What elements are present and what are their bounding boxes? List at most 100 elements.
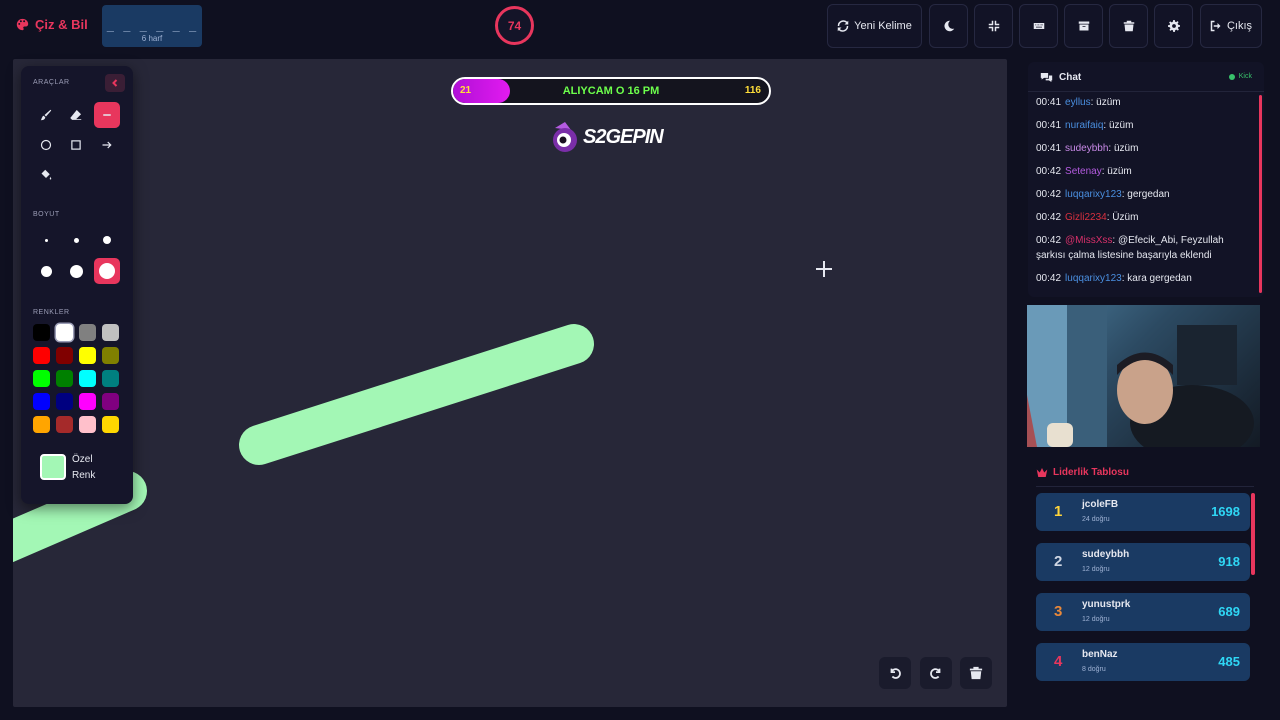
player-name: sudeybbh bbox=[1082, 549, 1130, 560]
sponsor-logo: S2GEPIN bbox=[551, 120, 664, 154]
chat-message: 00:41 nuraifaiq: üzüm bbox=[1036, 118, 1248, 133]
color-swatch[interactable] bbox=[79, 324, 96, 341]
color-swatch[interactable] bbox=[56, 370, 73, 387]
color-swatch[interactable] bbox=[33, 370, 50, 387]
refresh-icon bbox=[837, 20, 849, 32]
size-dot bbox=[44, 238, 48, 242]
fill-tool[interactable] bbox=[33, 162, 59, 188]
color-swatch[interactable] bbox=[102, 347, 119, 364]
colors-section-label: RENKLER bbox=[33, 309, 70, 316]
redo-icon bbox=[930, 668, 941, 679]
trash-icon bbox=[1123, 20, 1134, 32]
message-user[interactable]: luqqarixy123 bbox=[1065, 189, 1122, 200]
message-user[interactable]: sudeybbh bbox=[1065, 143, 1108, 154]
line-tool[interactable] bbox=[94, 102, 120, 128]
message-user[interactable]: nuraifaiq bbox=[1065, 120, 1103, 131]
message-user[interactable]: Gizli2234 bbox=[1065, 212, 1107, 223]
color-swatch[interactable] bbox=[33, 347, 50, 364]
color-swatch[interactable] bbox=[79, 416, 96, 433]
undo-button[interactable] bbox=[879, 657, 911, 689]
player-name: jcoleFB bbox=[1082, 499, 1119, 510]
arrow-tool[interactable] bbox=[94, 132, 120, 158]
message-user[interactable]: eyllus bbox=[1065, 97, 1091, 108]
size-dot bbox=[69, 264, 83, 278]
drawing-canvas[interactable]: 21 ALIYCAM O 16 PM 116 S2GEPIN bbox=[13, 59, 1007, 707]
eraser-tool[interactable] bbox=[63, 102, 89, 128]
size-option-2[interactable] bbox=[63, 227, 89, 253]
theme-toggle-button[interactable] bbox=[929, 4, 968, 48]
moon-icon bbox=[943, 20, 954, 32]
chevron-left-icon bbox=[112, 79, 118, 87]
clear-canvas-button[interactable] bbox=[960, 657, 992, 689]
message-text: : gergedan bbox=[1121, 189, 1170, 200]
color-swatch[interactable] bbox=[33, 416, 50, 433]
message-text: : üzüm bbox=[1103, 120, 1134, 131]
color-swatch[interactable] bbox=[102, 324, 119, 341]
leaderboard-scrollbar[interactable] bbox=[1251, 493, 1255, 575]
rank-number: 2 bbox=[1054, 553, 1063, 570]
archive-button[interactable] bbox=[1064, 4, 1103, 48]
crown-icon bbox=[1036, 468, 1048, 477]
brush-tool[interactable] bbox=[33, 102, 59, 128]
keyboard-button[interactable] bbox=[1019, 4, 1058, 48]
correct-count: 12 doğru bbox=[1082, 566, 1110, 573]
size-option-4[interactable] bbox=[33, 258, 59, 284]
app-title: Çiz & Bil bbox=[35, 17, 88, 32]
collapse-panel-button[interactable] bbox=[105, 74, 125, 92]
correct-count: 24 doğru bbox=[1082, 516, 1110, 523]
size-option-5[interactable] bbox=[63, 258, 89, 284]
color-swatch[interactable] bbox=[33, 393, 50, 410]
color-swatch[interactable] bbox=[79, 347, 96, 364]
chat-scrollbar[interactable] bbox=[1259, 95, 1262, 293]
compress-icon bbox=[988, 20, 999, 32]
sign-out-icon bbox=[1210, 20, 1221, 32]
color-swatch[interactable] bbox=[79, 370, 96, 387]
tools-panel: ARAÇLAR BOYUT RENKLER Özel Renk bbox=[21, 66, 133, 504]
square-icon bbox=[71, 140, 81, 150]
chat-header: Chat Kick bbox=[1028, 62, 1264, 92]
custom-color-picker[interactable] bbox=[40, 454, 66, 480]
size-option-3[interactable] bbox=[94, 227, 120, 253]
chat-message: 00:42 @MissXss: @Efecik_Abi, Feyzullah şa… bbox=[1036, 233, 1248, 263]
color-swatch[interactable] bbox=[56, 347, 73, 364]
exit-button[interactable]: Çıkış bbox=[1200, 4, 1262, 48]
clear-all-button[interactable] bbox=[1109, 4, 1148, 48]
color-swatch[interactable] bbox=[102, 393, 119, 410]
message-time: 00:41 bbox=[1036, 120, 1062, 131]
message-time: 00:41 bbox=[1036, 97, 1062, 108]
color-swatch[interactable] bbox=[56, 324, 73, 341]
rectangle-tool[interactable] bbox=[63, 132, 89, 158]
chat-panel: Chat Kick 00:41 eyllus: üzüm 00:41 nuraifai… bbox=[1028, 62, 1264, 297]
message-time: 00:42 bbox=[1036, 235, 1062, 246]
settings-button[interactable] bbox=[1154, 4, 1193, 48]
arrow-right-icon bbox=[102, 141, 112, 149]
drawn-strokes bbox=[13, 324, 594, 563]
fullscreen-button[interactable] bbox=[974, 4, 1013, 48]
color-swatch[interactable] bbox=[33, 324, 50, 341]
new-word-button[interactable]: Yeni Kelime bbox=[827, 4, 922, 48]
message-user[interactable]: Setenay bbox=[1065, 166, 1102, 177]
chat-message: 00:42 luqqarixy123: kara gergedan bbox=[1036, 271, 1248, 286]
word-letter-count: 6 harf bbox=[141, 34, 163, 43]
trash-icon bbox=[969, 666, 983, 680]
color-swatch[interactable] bbox=[56, 416, 73, 433]
size-option-6[interactable] bbox=[94, 258, 120, 284]
size-dot bbox=[73, 237, 79, 243]
player-score: 485 bbox=[1218, 654, 1240, 669]
rank-number: 4 bbox=[1054, 653, 1063, 670]
circle-tool[interactable] bbox=[33, 132, 59, 158]
message-user[interactable]: luqqarixy123 bbox=[1065, 273, 1122, 284]
chat-messages: 00:41 eyllus: üzüm 00:41 nuraifaiq: üzüm 00:… bbox=[1036, 95, 1248, 294]
size-option-1[interactable] bbox=[33, 227, 59, 253]
color-swatch[interactable] bbox=[102, 416, 119, 433]
message-user[interactable]: @MissXss bbox=[1065, 235, 1112, 246]
tools-section-label: ARAÇLAR bbox=[33, 79, 70, 86]
color-swatch[interactable] bbox=[56, 393, 73, 410]
eraser-icon bbox=[70, 109, 82, 120]
color-swatch[interactable] bbox=[102, 370, 119, 387]
color-swatch[interactable] bbox=[79, 393, 96, 410]
stream-status-label: Kick bbox=[1238, 73, 1252, 80]
redo-button[interactable] bbox=[920, 657, 952, 689]
leaderboard-title: Liderlik Tablosu bbox=[1036, 467, 1129, 478]
size-dot bbox=[103, 236, 111, 244]
